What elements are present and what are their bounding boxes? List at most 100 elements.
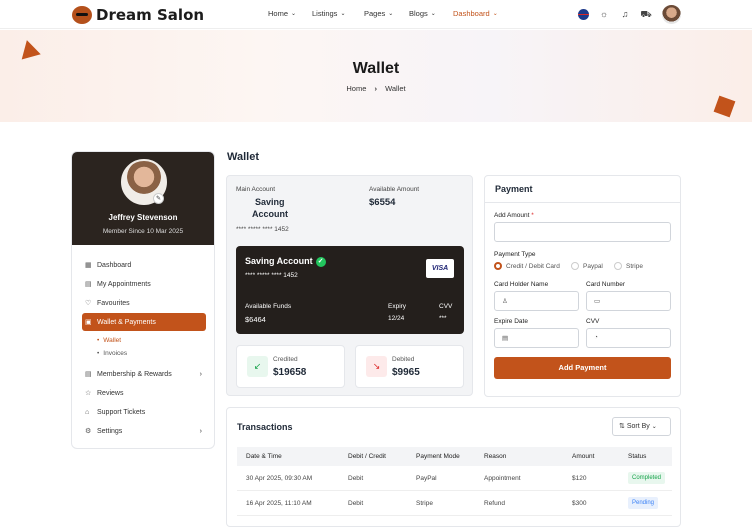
card-holder-input[interactable]: ♙: [494, 291, 579, 311]
card-number-label: Card Number: [586, 281, 626, 288]
row-reason: Appointment: [484, 475, 521, 482]
debited-card: ↘ Debited $9965: [355, 345, 464, 388]
user-icon: ♙: [502, 298, 508, 305]
heart-icon: ♡: [85, 300, 92, 307]
sidebar-item-wallet-payments[interactable]: ▣ Wallet & Payments: [82, 313, 206, 331]
star-icon: ☆: [85, 390, 92, 397]
arrow-down-left-icon: ↙: [247, 356, 268, 377]
row-date: 30 Apr 2025, 09:30 AM: [246, 475, 313, 482]
table-row[interactable]: 16 Apr 2025, 11:10 AM Debit Stripe Refun…: [237, 491, 672, 516]
row-date: 16 Apr 2025, 11:10 AM: [246, 500, 312, 507]
breadcrumb-separator: ›: [374, 84, 377, 93]
radio-stripe[interactable]: Stripe: [614, 262, 643, 270]
table-row[interactable]: 30 Apr 2025, 09:30 AM Debit PayPal Appoi…: [237, 466, 672, 491]
credited-label: Credited: [273, 356, 298, 363]
debited-value: $9965: [392, 367, 420, 378]
sidebar-item-settings[interactable]: ⚙ Settings ›: [82, 422, 206, 440]
col-reason: Reason: [484, 453, 507, 460]
profile-name: Jeffrey Stevenson: [108, 213, 178, 222]
status-badge: Completed: [628, 472, 666, 484]
page-title: Wallet: [352, 60, 400, 77]
transactions-title: Transactions: [237, 422, 293, 432]
col-debit-credit: Debit / Credit: [348, 453, 386, 460]
sidebar-item-reviews[interactable]: ☆ Reviews: [82, 384, 206, 402]
dashboard-icon: ▦: [85, 262, 92, 269]
row-reason: Refund: [484, 500, 505, 507]
card-cvv-label: CVV: [439, 303, 453, 310]
sidebar-item-support[interactable]: ⌂ Support Tickets: [82, 403, 206, 421]
sidebar-item-dashboard[interactable]: ▦ Dashboard: [82, 256, 206, 274]
main-account-value-1: Saving: [255, 197, 285, 207]
radio-paypal[interactable]: Paypal: [571, 262, 603, 270]
credit-card-icon: ▭: [594, 298, 601, 305]
wallet-icon: ▣: [85, 319, 92, 326]
credited-card: ↙ Credited $19658: [236, 345, 345, 388]
expire-date-label: Expire Date: [494, 318, 528, 325]
chevron-down-icon: ⌄: [492, 11, 498, 17]
card-expiry-value: 12/24: [388, 315, 405, 322]
lock-icon: ◔: [594, 334, 598, 341]
chevron-down-icon: ⌄: [340, 11, 346, 17]
nav-dashboard[interactable]: Dashboard ⌄: [453, 9, 498, 18]
verified-check-icon: ✓: [315, 256, 326, 267]
transactions-panel: Transactions ⇅ Sort By ⌄ Date & Time Deb…: [226, 407, 681, 527]
expire-date-input[interactable]: ▤: [494, 328, 579, 348]
bell-icon[interactable]: ♫: [619, 8, 631, 20]
bank-card: Saving Account ✓ **** ***** **** 1452 VIS…: [236, 246, 464, 334]
sidebar-subitem-invoices[interactable]: Invoices: [97, 350, 127, 357]
card-funds-value: $6464: [245, 315, 266, 324]
user-avatar[interactable]: [662, 5, 681, 24]
nav-home[interactable]: Home ⌄: [268, 9, 296, 18]
cvv-label: CVV: [586, 318, 600, 325]
radio-credit-debit[interactable]: Credit / Debit Card: [494, 262, 560, 270]
visa-logo: VISA: [426, 259, 454, 278]
payment-title: Payment: [495, 184, 533, 194]
nav-blogs[interactable]: Blogs ⌄: [409, 9, 436, 18]
arrow-down-right-icon: ↘: [366, 356, 387, 377]
sun-icon[interactable]: ☼: [598, 8, 610, 20]
card-holder-label: Card Holder Name: [494, 281, 549, 288]
wallet-heading: Wallet: [227, 151, 259, 163]
profile-card: ✎ Jeffrey Stevenson Member Since 10 Mar …: [72, 152, 214, 245]
row-amount: $300: [572, 500, 587, 507]
debited-label: Debited: [392, 356, 415, 363]
ticket-icon: ⌂: [85, 408, 90, 416]
account-number: **** ***** **** 1452: [236, 226, 289, 233]
chevron-down-icon: ⌄: [388, 11, 394, 17]
card-funds-label: Available Funds: [245, 303, 292, 310]
col-payment-mode: Payment Mode: [416, 453, 460, 460]
settings-icon: ⚙: [85, 428, 92, 435]
row-mode: Stripe: [416, 500, 433, 507]
row-type: Debit: [348, 500, 364, 507]
edit-icon[interactable]: ✎: [153, 193, 164, 204]
cart-icon[interactable]: ⛟: [640, 8, 652, 20]
chevron-right-icon: ›: [199, 427, 202, 435]
payment-header: Payment: [485, 176, 680, 203]
card-expiry-label: Expiry: [388, 303, 407, 310]
status-badge: Pending: [628, 497, 659, 509]
card-number-input[interactable]: ▭: [586, 291, 671, 311]
sidebar-item-appointments[interactable]: ▤ My Appointments: [82, 275, 206, 293]
add-amount-input[interactable]: [494, 222, 671, 242]
sort-icon: ⇅: [619, 423, 625, 430]
logo[interactable]: Dream Salon: [72, 6, 204, 24]
sidebar-item-membership[interactable]: ▤ Membership & Rewards ›: [82, 365, 206, 383]
brand-name: Dream Salon: [96, 6, 205, 24]
sort-by-dropdown[interactable]: ⇅ Sort By ⌄: [612, 417, 671, 436]
logo-icon: [72, 6, 92, 24]
breadcrumb: Home › Wallet: [0, 84, 752, 93]
membership-icon: ▤: [85, 371, 92, 378]
sidebar-subitem-wallet[interactable]: Wallet: [97, 337, 121, 344]
cvv-input[interactable]: ◔: [586, 328, 671, 348]
nav-pages[interactable]: Pages ⌄: [364, 9, 393, 18]
chevron-right-icon: ›: [199, 370, 202, 378]
flag-uk-icon[interactable]: [578, 9, 589, 20]
add-payment-button[interactable]: Add Payment: [494, 357, 671, 379]
sidebar-item-favourites[interactable]: ♡ Favourites: [82, 294, 206, 312]
card-cvv-value: ***: [439, 315, 447, 322]
credited-value: $19658: [273, 367, 307, 378]
breadcrumb-home[interactable]: Home: [346, 84, 366, 93]
nav-listings[interactable]: Listings ⌄: [312, 9, 345, 18]
member-since: Member Since 10 Mar 2025: [102, 228, 184, 235]
row-amount: $120: [572, 475, 587, 482]
